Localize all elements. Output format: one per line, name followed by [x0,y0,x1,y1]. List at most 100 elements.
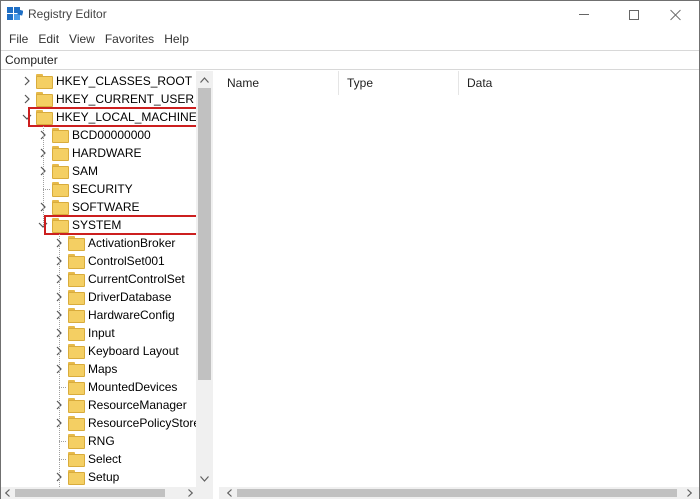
tree-connector [59,459,66,460]
tree-item-label: CurrentControlSet [88,272,185,286]
tree-horizontal-scrollbar[interactable] [1,487,213,499]
tree-item[interactable]: MountedDevices [1,378,196,396]
folder-icon [52,182,69,197]
tree-item[interactable]: HARDWARE [1,144,196,162]
tree-connector [43,189,50,190]
tree-item-label: HKEY_CURRENT_USER [56,92,195,106]
tree-hscroll-thumb[interactable] [15,489,165,497]
menu-bar: File Edit View Favorites Help [1,28,699,49]
scroll-right-arrow-icon[interactable] [184,487,196,499]
tree-item[interactable]: SECURITY [1,180,196,198]
maximize-button[interactable] [611,1,657,28]
tree-item-label: HARDWARE [72,146,142,160]
tree-item-label: MountedDevices [88,380,178,394]
tree-item-label: SAM [72,164,99,178]
folder-icon [68,398,85,413]
tree-item[interactable]: ControlSet001 [1,252,196,270]
tree-item[interactable]: RNG [1,432,196,450]
menu-view[interactable]: View [64,32,100,46]
tree-item-label: ResourceManager [88,398,187,412]
close-button[interactable] [653,1,699,28]
folder-icon [36,74,53,89]
folder-icon [68,290,85,305]
folder-icon [68,272,85,287]
tree-item-label: BCD00000000 [72,128,151,142]
scroll-left-arrow-icon[interactable] [1,487,13,499]
folder-icon [68,344,85,359]
tree-item[interactable]: ResourceManager [1,396,196,414]
tree-item-label: ActivationBroker [88,236,176,250]
folder-icon [68,254,85,269]
registry-editor-window: Registry Editor File Edit View Favorites… [0,0,700,499]
menu-help[interactable]: Help [159,32,194,46]
folder-icon [52,128,69,143]
tree-item[interactable]: SAM [1,162,196,180]
column-header-data[interactable]: Data [459,71,659,95]
folder-icon [68,470,85,485]
registry-tree[interactable]: HKEY_CLASSES_ROOT HKEY_CURRENT_USER HKEY_L… [1,71,213,487]
column-header-name[interactable]: Name [219,71,339,95]
menu-favorites[interactable]: Favorites [100,32,159,46]
tree-item-label: DriverDatabase [88,290,172,304]
tree-item[interactable]: Input [1,324,196,342]
list-scroll-right-arrow-icon[interactable] [683,487,695,499]
folder-icon [68,326,85,341]
address-bar[interactable]: Computer [1,50,699,70]
tree-item-label: Maps [88,362,118,376]
tree-item[interactable]: BCD00000000 [1,126,196,144]
tree-item-label: Input [88,326,115,340]
title-bar[interactable]: Registry Editor [1,1,699,28]
values-list[interactable]: Name Type Data [219,71,699,487]
minimize-icon [579,14,589,15]
list-scroll-left-arrow-icon[interactable] [223,487,235,499]
tree-item[interactable]: DriverDatabase [1,288,196,306]
scroll-up-arrow-icon[interactable] [196,71,213,88]
tree-item-label: HardwareConfig [88,308,175,322]
list-horizontal-scrollbar[interactable] [219,487,699,499]
tree-item[interactable]: HKEY_CLASSES_ROOT [1,72,196,90]
maximize-icon [629,9,639,20]
registry-editor-icon [7,7,23,20]
folder-icon [68,380,85,395]
list-hscroll-thumb[interactable] [237,489,677,497]
tree-item[interactable]: SOFTWARE [1,198,196,216]
tree-guide-line [43,126,44,225]
tree-item[interactable]: HardwareConfig [1,306,196,324]
tree-item[interactable]: ResourcePolicyStore [1,414,200,432]
tree-item[interactable]: ActivationBroker [1,234,196,252]
column-header-type[interactable]: Type [339,71,459,95]
tree-vertical-scrollbar[interactable] [196,71,213,487]
tree-item[interactable]: Maps [1,360,196,378]
highlight-box [44,215,205,235]
highlight-box [28,107,200,127]
tree-item[interactable]: CurrentControlSet [1,270,196,288]
tree-item[interactable]: HKEY_CURRENT_USER [1,90,196,108]
folder-icon [68,236,85,251]
tree-item-label: ControlSet001 [88,254,165,268]
chevron-right-icon[interactable] [22,94,32,104]
tree-item[interactable]: Select [1,450,196,468]
scroll-down-arrow-icon[interactable] [196,470,213,487]
tree-item[interactable]: Setup [1,468,196,486]
menu-file[interactable]: File [4,32,33,46]
menu-edit[interactable]: Edit [33,32,64,46]
tree-connector [59,387,66,388]
tree-item-label: Select [88,452,122,466]
tree-item-label: RNG [88,434,115,448]
chevron-right-icon[interactable] [22,76,32,86]
tree-item[interactable]: Keyboard Layout [1,342,196,360]
folder-icon [52,146,69,161]
folder-icon [68,416,85,431]
tree-item-label: Keyboard Layout [88,344,179,358]
tree-item-label: HKEY_CLASSES_ROOT [56,74,193,88]
tree-item-label: Setup [88,470,120,484]
folder-icon [68,362,85,377]
tree-item-label: SECURITY [72,182,133,196]
folder-icon [68,308,85,323]
list-header: Name Type Data [219,71,699,95]
tree-connector [59,441,66,442]
tree-scroll-thumb[interactable] [198,88,211,380]
minimize-button[interactable] [561,1,607,28]
folder-icon [52,200,69,215]
window-title: Registry Editor [28,7,107,21]
